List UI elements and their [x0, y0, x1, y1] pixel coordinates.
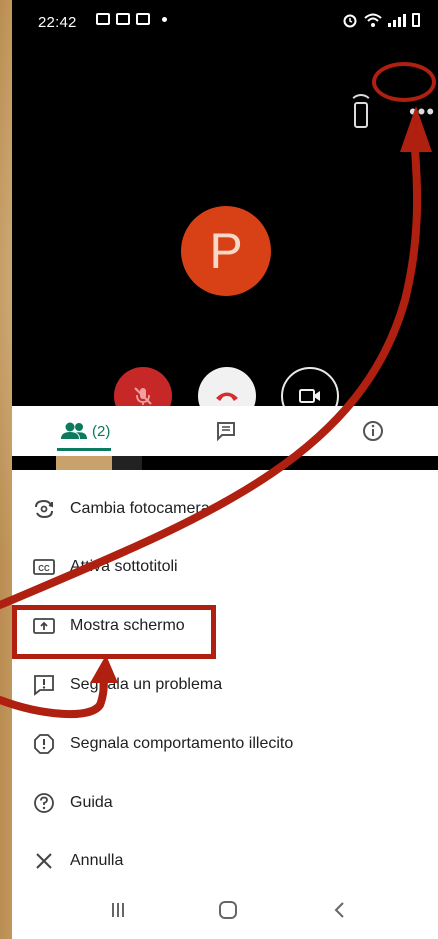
menu-item-label: Cambia fotocamera [70, 500, 210, 517]
status-notifications [96, 13, 167, 25]
recents-icon [112, 903, 124, 917]
menu-item-report-problem[interactable]: Segnala un problema [12, 656, 438, 714]
people-icon [61, 422, 87, 439]
menu-item-label: Segnala comportamento illecito [70, 735, 294, 752]
signal-icon [388, 13, 406, 27]
menu-item-label: Annulla [70, 852, 124, 869]
report-abuse-icon [32, 732, 56, 756]
alarm-icon [343, 14, 357, 28]
image-icon [96, 13, 110, 25]
status-bar: 22:42 [12, 0, 438, 44]
system-nav-bar [12, 879, 438, 939]
tab-selected-indicator [57, 448, 111, 451]
menu-item-report-abuse[interactable]: Segnala comportamento illecito [12, 715, 438, 773]
video-thumbnail [56, 456, 112, 470]
report-problem-icon [32, 673, 56, 697]
back-button[interactable] [325, 895, 355, 925]
cast-icon[interactable] [349, 94, 373, 128]
menu-item-label: Attiva sottotitoli [70, 558, 178, 575]
mail-icon [136, 13, 150, 25]
annotation-rectangle [12, 605, 216, 659]
info-icon [363, 421, 383, 441]
participant-avatar: P [181, 206, 271, 296]
chat-icon [217, 422, 235, 442]
tab-people-count: (2) [92, 422, 111, 440]
dot-icon [162, 16, 167, 22]
home-button[interactable] [213, 895, 243, 925]
menu-item-captions[interactable]: CC Attiva sottotitoli [12, 538, 438, 596]
wifi-icon [364, 13, 382, 27]
tab-chat[interactable] [215, 406, 237, 456]
svg-text:CC: CC [38, 564, 50, 573]
switch-camera-icon [32, 497, 56, 521]
back-icon [334, 902, 344, 918]
status-time: 22:42 [38, 14, 77, 31]
menu-item-label: Guida [70, 794, 113, 811]
video-camera-icon [299, 389, 320, 403]
tab-info[interactable] [362, 406, 384, 456]
menu-item-label: Segnala un problema [70, 676, 223, 693]
phone-hangup-icon [216, 392, 238, 401]
close-icon [32, 849, 56, 873]
menu-item-help[interactable]: Guida [12, 774, 438, 832]
call-area: ••• P [12, 44, 438, 425]
recents-button[interactable] [103, 895, 133, 925]
phone-screen: 22:42 ••• P (2) Cambia fotocamera CC Att… [12, 0, 438, 939]
options-sheet: Cambia fotocamera CC Attiva sottotitoli … [12, 470, 438, 879]
annotation-ellipse [372, 62, 436, 102]
home-icon [219, 901, 237, 919]
mic-off-icon [134, 387, 152, 405]
mail-icon [116, 13, 130, 25]
video-thumbnail [112, 456, 142, 470]
status-system-icons [342, 12, 420, 28]
captions-icon: CC [32, 555, 56, 579]
menu-item-switch-camera[interactable]: Cambia fotocamera [12, 480, 438, 538]
video-thumbnail-strip [12, 456, 438, 470]
more-options-button[interactable]: ••• [393, 98, 438, 138]
help-icon [32, 791, 56, 815]
battery-icon [412, 13, 420, 27]
